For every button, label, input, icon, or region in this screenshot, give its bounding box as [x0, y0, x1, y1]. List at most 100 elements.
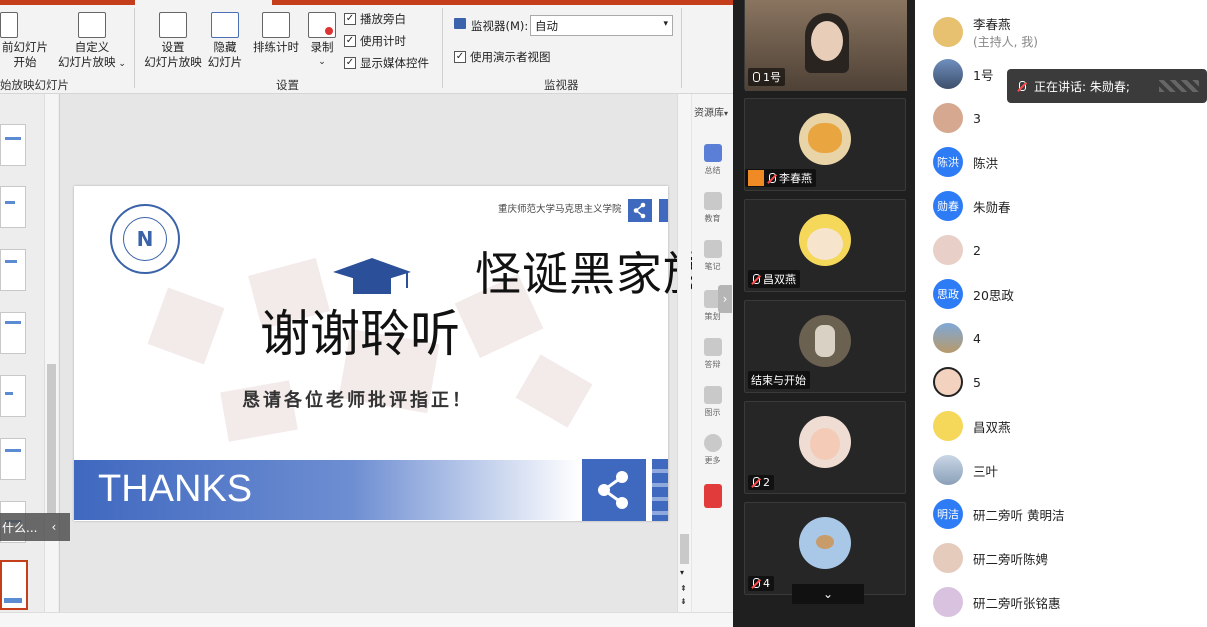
participant-row[interactable]: 李春燕 (主持人, 我)	[933, 14, 1038, 50]
mic-muted-icon	[1017, 80, 1026, 92]
scroll-down-icon[interactable]: ▾	[680, 568, 684, 577]
text-avatar: 思政	[933, 279, 963, 309]
rehearse-timings-button[interactable]: 排练计时	[250, 12, 302, 55]
slide-show-icon	[0, 12, 18, 38]
resource-library-tab[interactable]: 资源库▾	[694, 104, 728, 119]
mic-muted-icon	[751, 578, 760, 589]
slide-thumbnail[interactable]	[0, 312, 26, 354]
share-icon	[628, 199, 652, 222]
monitor-icon	[454, 18, 466, 29]
text-avatar: 明洁	[933, 499, 963, 529]
monitor-select[interactable]: 自动 ▾	[530, 15, 673, 36]
hide-slide-button[interactable]: 隐藏 幻灯片	[204, 12, 246, 70]
record-icon	[308, 12, 336, 38]
participant-row[interactable]: 思政 20思政	[933, 279, 1014, 309]
participant-row[interactable]: 勋春 朱勋春	[933, 191, 1011, 221]
participant-row[interactable]: 4	[933, 323, 981, 353]
resource-strip: 资源库▾ 总结 教育 笔记 策划 答辩 图示 更多	[692, 94, 733, 614]
record-button[interactable]: 录制 ⌄	[304, 12, 340, 70]
next-slide-icon[interactable]: ⇟	[680, 597, 687, 606]
video-tile[interactable]: 2	[744, 401, 906, 494]
setup-slide-show-button[interactable]: 设置 幻灯片放映	[142, 12, 204, 70]
scrollbar-thumb[interactable]	[680, 534, 689, 564]
person-face	[811, 21, 843, 61]
hide-slide-icon	[211, 12, 239, 38]
check-icon: ✓	[344, 57, 356, 69]
video-tile[interactable]: 结束与开始	[744, 300, 906, 393]
red-envelope-icon[interactable]	[704, 484, 722, 508]
university-seal-logo: N	[110, 204, 180, 274]
slide-thumbnail[interactable]	[0, 249, 26, 291]
use-timings-checkbox[interactable]: ✓ 使用计时	[344, 33, 406, 49]
participant-row[interactable]: 陈洪 陈洪	[933, 147, 998, 177]
defense-tool[interactable]: 答辩	[692, 338, 733, 370]
app-taskbar	[0, 612, 733, 627]
diagram-tool[interactable]: 图示	[692, 386, 733, 418]
participant-row[interactable]: 2	[933, 235, 981, 265]
check-icon: ✓	[344, 13, 356, 25]
mic-muted-icon	[751, 477, 760, 488]
slide-thumbnail[interactable]	[0, 186, 26, 228]
chevron-down-icon: ⌄	[822, 587, 834, 601]
show-media-controls-checkbox[interactable]: ✓ 显示媒体控件	[344, 55, 429, 71]
participant-row[interactable]: 5	[933, 367, 981, 397]
cartoon-avatar	[933, 411, 963, 441]
participant-row[interactable]: 研二旁听陈娉	[933, 543, 1048, 573]
participant-row[interactable]: 三叶	[933, 455, 998, 485]
from-current-slide-button[interactable]: 前幻灯片 开始	[0, 12, 50, 70]
group-setup-label: 设置	[276, 78, 299, 92]
more-tool[interactable]: 更多	[692, 434, 733, 466]
video-tile[interactable]: 李春燕	[744, 98, 906, 191]
presenter-view-checkbox[interactable]: ✓ 使用演示者视图	[454, 49, 551, 65]
host-icon	[748, 170, 764, 186]
video-tile-label: 结束与开始	[748, 371, 810, 389]
participant-row[interactable]: 昌双燕	[933, 411, 1011, 441]
video-tile[interactable]: 1号	[744, 0, 907, 91]
summary-tool[interactable]: 总结	[692, 144, 733, 176]
chevron-left-icon[interactable]: ‹	[51, 520, 56, 534]
video-tile[interactable]: 4	[744, 502, 906, 595]
slide-scrollbar[interactable]: ▾ ⇞ ⇟	[677, 94, 691, 612]
tiger-avatar	[933, 17, 963, 47]
photo-avatar	[799, 416, 851, 468]
defense-icon	[703, 338, 722, 356]
graduation-cap-icon	[331, 256, 413, 299]
decor-stripes	[652, 459, 668, 521]
photo-avatar	[933, 587, 963, 617]
slide-thumbnail[interactable]	[0, 375, 26, 417]
tip-text: 什么...	[2, 520, 38, 535]
custom-slide-show-button[interactable]: 自定义 幻灯片放映 ⌄	[56, 12, 128, 72]
mic-muted-icon	[767, 172, 776, 184]
prev-slide-icon[interactable]: ⇞	[680, 584, 687, 593]
ribbon-accent-bar-2	[272, 0, 733, 5]
education-icon	[703, 192, 722, 210]
participant-row[interactable]: 研二旁听张铭惠	[933, 587, 1061, 617]
participant-row[interactable]: 3	[933, 103, 981, 133]
photo-avatar	[933, 103, 963, 133]
selected-slide-thumbnail[interactable]	[0, 560, 28, 610]
photo-avatar	[933, 543, 963, 573]
text-avatar: 勋春	[933, 191, 963, 221]
notes-tool[interactable]: 笔记	[692, 240, 733, 272]
group-monitor-label: 监视器	[544, 78, 579, 92]
share-icon	[582, 459, 646, 521]
current-slide[interactable]: N 重庆师范大学马克思主义学院 谢谢聆听 恳请各位老师批评指正！ THANKS	[74, 186, 668, 521]
play-narration-checkbox[interactable]: ✓ 播放旁白	[344, 11, 406, 27]
expand-panel-button[interactable]: ›	[718, 285, 732, 313]
scrollbar-thumb[interactable]	[47, 364, 56, 514]
more-videos-button[interactable]: ⌄	[792, 584, 864, 604]
video-tile[interactable]: 昌双燕	[744, 199, 906, 292]
group-start-label: 始放映幻灯片	[0, 78, 69, 92]
participant-row[interactable]: 明洁 研二旁听 黄明洁	[933, 499, 1064, 529]
chevron-right-icon: ›	[722, 292, 728, 306]
check-icon: ✓	[344, 35, 356, 47]
participant-row[interactable]: 1号	[933, 59, 993, 89]
photo-avatar	[799, 517, 851, 569]
collapsed-tip-panel[interactable]: 什么... ‹	[0, 513, 70, 541]
divider	[442, 8, 443, 88]
divider	[134, 8, 135, 88]
slide-thumbnail[interactable]	[0, 124, 26, 166]
education-tool[interactable]: 教育	[692, 192, 733, 224]
chevron-down-icon: ⌄	[318, 57, 326, 67]
slide-thumbnail[interactable]	[0, 438, 26, 480]
